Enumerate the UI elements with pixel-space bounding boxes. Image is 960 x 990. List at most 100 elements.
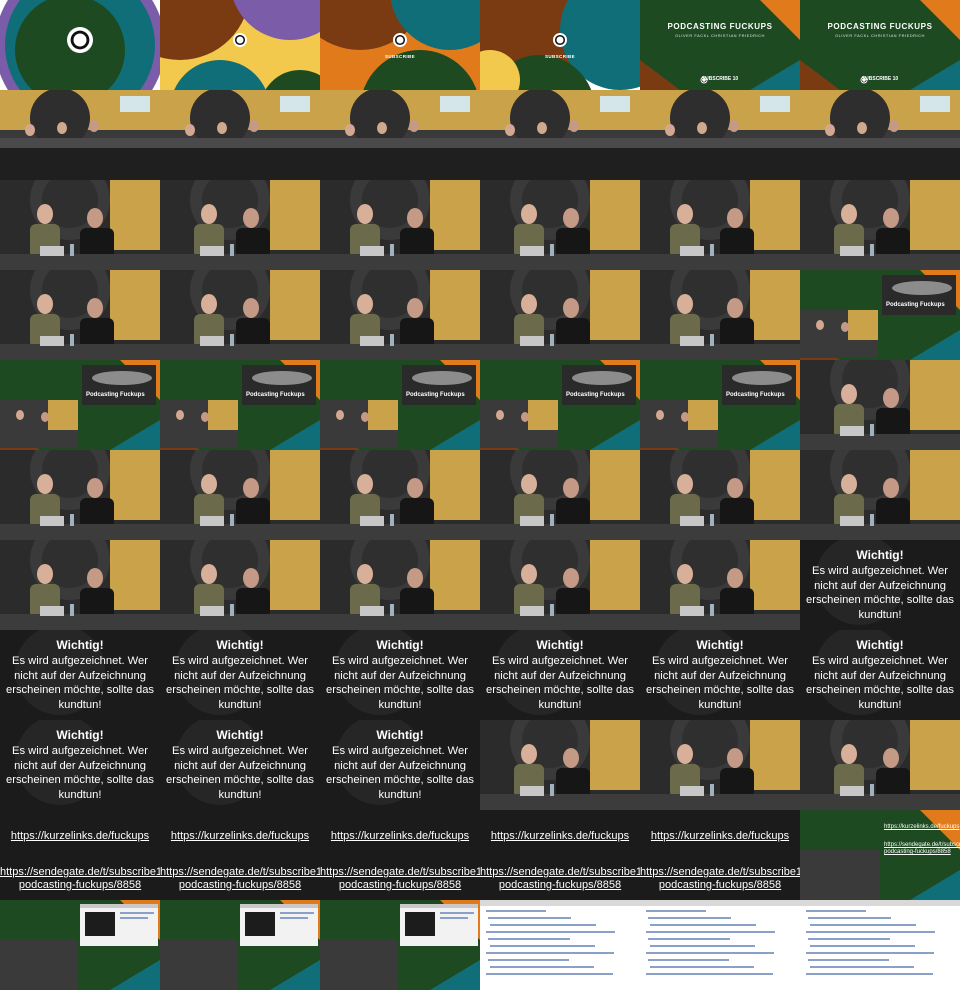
slide-title: Podcasting Fuckups (86, 392, 145, 398)
warning-heading: Wichtig! (216, 728, 264, 742)
doc-line (486, 931, 615, 933)
link-sendegate[interactable]: https://sendegate.de/t/subscribe10-podca… (0, 866, 160, 892)
doc-line (808, 938, 890, 940)
doc-line (650, 945, 755, 947)
thumbnail-warn: Wichtig! Es wird aufgezeichnet. Wer nicht… (160, 720, 320, 810)
link-sendegate[interactable]: https://sendegate.de/t/subscribe10-podca… (160, 866, 320, 892)
document-screenshot (640, 900, 800, 990)
thumbnail-duo (480, 450, 640, 540)
thumbnail-duo (320, 180, 480, 270)
doc-toolbar (480, 900, 640, 906)
thumbnail-duo (320, 450, 480, 540)
doc-line (646, 931, 775, 933)
thumbnail-wide (480, 90, 640, 180)
thumbnail-warn: Wichtig! Es wird aufgezeichnet. Wer nicht… (0, 720, 160, 810)
link-sendegate[interactable]: https://sendegate.de/t/subscribe10-podca… (480, 866, 640, 892)
doc-line (648, 959, 729, 961)
warning-body: Es wird aufgezeichnet. Wer nicht auf der… (166, 745, 315, 801)
warning-body: Es wird aufgezeichnet. Wer nicht auf der… (486, 655, 635, 711)
thumbnail-links: https://kurzelinks.de/fuckups https://sen… (640, 810, 800, 900)
thumbnail-doc (480, 900, 640, 990)
warning-body: Es wird aufgezeichnet. Wer nicht auf der… (326, 655, 475, 711)
doc-line (488, 917, 571, 919)
warning-heading: Wichtig! (856, 638, 904, 652)
doc-line (486, 910, 546, 912)
thumbnail-logo4: SUBSCRIBE (480, 0, 640, 90)
thumbnail-duo (800, 450, 960, 540)
warning-heading: Wichtig! (856, 548, 904, 562)
mini-link-sendegate[interactable]: https://sendegate.de/t/subscribe10-podca… (884, 842, 960, 856)
thumbnail-slidegreen: Podcasting Fuckups (160, 360, 320, 450)
thumbnail-duo (0, 540, 160, 630)
warning-heading: Wichtig! (376, 638, 424, 652)
thumbnail-wide (640, 90, 800, 180)
thumbnail-duo (160, 270, 320, 360)
doc-line (808, 959, 889, 961)
thumbnail-wide (800, 90, 960, 180)
doc-line (490, 924, 596, 926)
link-sendegate[interactable]: https://sendegate.de/t/subscribe10-podca… (320, 866, 480, 892)
doc-toolbar (640, 900, 800, 906)
warning-heading: Wichtig! (696, 638, 744, 652)
slide-title: Podcasting Fuckups (886, 302, 945, 308)
link-kurzelinks[interactable]: https://kurzelinks.de/fuckups (320, 830, 480, 842)
thumbnail-duo (160, 450, 320, 540)
thumbnail-duo (320, 540, 480, 630)
warning-heading: Wichtig! (56, 638, 104, 652)
thumbnail-title: PODCASTING FUCKUPS OLIVER FACKL CHRISTIAN… (800, 0, 960, 90)
podcast-authors: OLIVER FACKL CHRISTIAN FRIEDRICH (835, 33, 925, 38)
thumbnail-linksmini: https://kurzelinks.de/fuckups https://sen… (800, 810, 960, 900)
thumbnail-links: https://kurzelinks.de/fuckups https://sen… (160, 810, 320, 900)
thumbnail-slidegreen: Podcasting Fuckups (640, 360, 800, 450)
thumbnail-duo (640, 180, 800, 270)
doc-line (486, 973, 613, 975)
thumbnail-duo (0, 270, 160, 360)
warning-heading: Wichtig! (536, 638, 584, 652)
contact-sheet: SUBSCRIBE SUBSCRIBE PODCASTING FUCKUPS OL… (0, 0, 960, 990)
doc-line (810, 945, 915, 947)
warning-heading: Wichtig! (376, 728, 424, 742)
document-screenshot (480, 900, 640, 990)
thumbnail-duo (640, 270, 800, 360)
thumbnail-wide (320, 90, 480, 180)
doc-line (490, 945, 595, 947)
thumbnail-duo (480, 180, 640, 270)
doc-line (806, 931, 935, 933)
thumbnail-slidedoc (320, 900, 480, 990)
thumbnail-warn: Wichtig! Es wird aufgezeichnet. Wer nicht… (640, 630, 800, 720)
subscribe-label: SUBSCRIBE 10 (701, 76, 739, 82)
warning-body: Es wird aufgezeichnet. Wer nicht auf der… (166, 655, 315, 711)
doc-line (488, 959, 569, 961)
doc-line (646, 952, 774, 954)
link-kurzelinks[interactable]: https://kurzelinks.de/fuckups (640, 830, 800, 842)
thumbnail-slidegreen: Podcasting Fuckups (320, 360, 480, 450)
thumbnail-duo (160, 180, 320, 270)
subscribe-label: SUBSCRIBE 10 (861, 76, 899, 82)
doc-line (646, 910, 706, 912)
warning-body: Es wird aufgezeichnet. Wer nicht auf der… (806, 565, 955, 621)
thumbnail-wide (160, 90, 320, 180)
thumbnail-slidegreen: Podcasting Fuckups (0, 360, 160, 450)
link-kurzelinks[interactable]: https://kurzelinks.de/fuckups (0, 830, 160, 842)
thumbnail-duo (480, 540, 640, 630)
thumbnail-slidedoc (160, 900, 320, 990)
mini-link-kurzelinks[interactable]: https://kurzelinks.de/fuckups (884, 824, 959, 831)
link-kurzelinks[interactable]: https://kurzelinks.de/fuckups (160, 830, 320, 842)
subscribe-label: SUBSCRIBE (384, 54, 416, 59)
doc-line (810, 924, 916, 926)
doc-line (806, 910, 866, 912)
thumbnail-duo (480, 720, 640, 810)
slide-title: Podcasting Fuckups (406, 392, 465, 398)
doc-line (650, 924, 756, 926)
thumbnail-warn: Wichtig! Es wird aufgezeichnet. Wer nicht… (800, 540, 960, 630)
thumbnail-warn: Wichtig! Es wird aufgezeichnet. Wer nicht… (480, 630, 640, 720)
thumbnail-slidegreen: Podcasting Fuckups (480, 360, 640, 450)
warning-body: Es wird aufgezeichnet. Wer nicht auf der… (6, 655, 155, 711)
thumbnail-links: https://kurzelinks.de/fuckups https://sen… (0, 810, 160, 900)
link-kurzelinks[interactable]: https://kurzelinks.de/fuckups (480, 830, 640, 842)
thumbnail-logo1 (0, 0, 160, 90)
thumbnail-slide: Podcasting Fuckups (800, 270, 960, 360)
link-sendegate[interactable]: https://sendegate.de/t/subscribe10-podca… (640, 866, 800, 892)
thumbnail-warn: Wichtig! Es wird aufgezeichnet. Wer nicht… (800, 630, 960, 720)
thumbnail-warn: Wichtig! Es wird aufgezeichnet. Wer nicht… (160, 630, 320, 720)
